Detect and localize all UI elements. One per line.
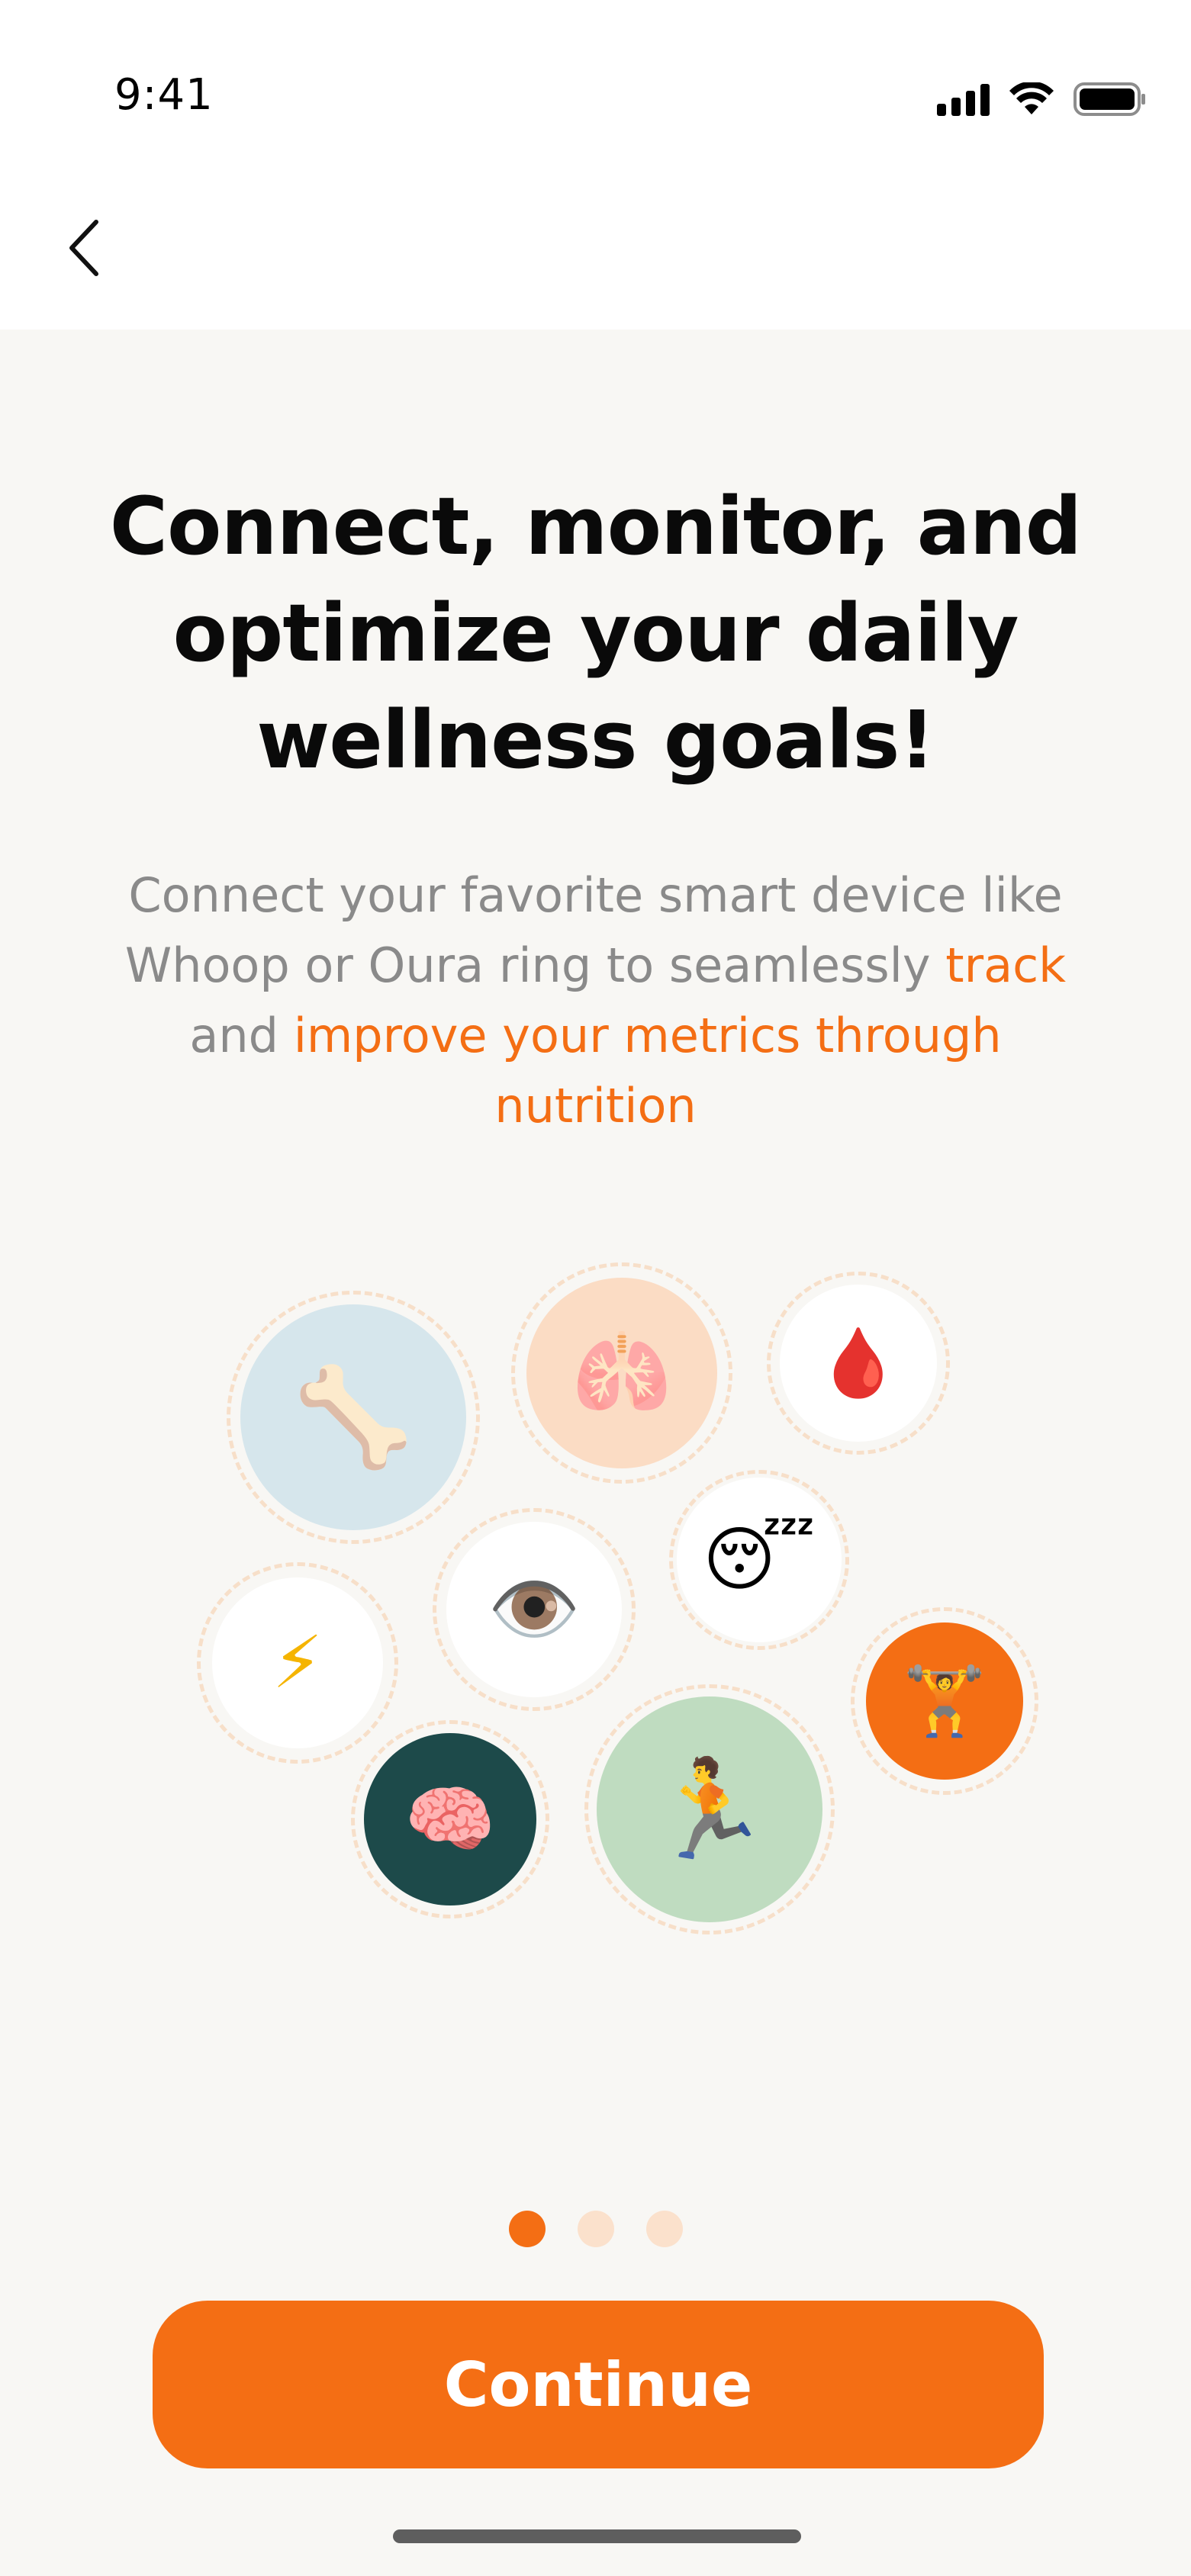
metric-bubble-running: 🏃 <box>584 1684 835 1934</box>
battery-icon <box>1074 82 1145 116</box>
metric-bubble-blood-drop: 🩸 <box>767 1272 950 1455</box>
bone-icon: 🦴 <box>293 1361 414 1473</box>
headline-line-3: wellness goals! <box>256 693 935 786</box>
sleep-icon: 😴 <box>703 1519 816 1600</box>
page-dot-2[interactable] <box>577 2211 614 2247</box>
page-dot-1[interactable] <box>508 2211 546 2247</box>
subtitle-highlight-track: track <box>945 937 1067 993</box>
energy-icon: ⚡ <box>272 1620 324 1705</box>
bubble-fill: 🧠 <box>364 1733 536 1905</box>
status-time: 9:41 <box>114 70 214 120</box>
home-indicator <box>393 2529 801 2543</box>
wifi-icon <box>1009 82 1054 114</box>
headline-line-1: Connect, monitor, and <box>109 480 1083 573</box>
bubble-fill: 👁️ <box>446 1522 622 1697</box>
eye-icon: 👁️ <box>487 1566 581 1653</box>
status-icons <box>937 80 1147 118</box>
subtitle-text-1: Connect your favorite smart device like … <box>124 867 1063 993</box>
pagination-dots <box>0 2211 1191 2247</box>
metric-bubble-energy: ⚡ <box>197 1562 398 1764</box>
running-icon: 🏃 <box>649 1753 770 1865</box>
metric-bubble-brain: 🧠 <box>351 1720 549 1918</box>
chevron-left-icon <box>69 220 98 276</box>
headline: Connect, monitor, and optimize your dail… <box>0 473 1191 793</box>
bubble-fill: 🫁 <box>526 1278 717 1468</box>
dumbbell-icon: 🏋 <box>903 1661 987 1740</box>
subtitle-highlight-improve: improve your metrics through nutrition <box>293 1008 1002 1134</box>
bubble-fill: 🦴 <box>240 1304 466 1530</box>
continue-button[interactable]: Continue <box>153 2301 1044 2468</box>
brain-icon: 🧠 <box>404 1777 496 1862</box>
bubble-fill: 🩸 <box>780 1285 937 1442</box>
bubble-fill: ⚡ <box>212 1577 383 1748</box>
lungs-icon: 🫁 <box>571 1326 672 1420</box>
cellular-signal-icon <box>937 82 990 116</box>
page-dot-3[interactable] <box>645 2211 683 2247</box>
headline-line-2: optimize your daily <box>172 587 1019 680</box>
bubble-fill: 😴 <box>677 1478 842 1642</box>
subtitle-text-2: and <box>189 1008 294 1063</box>
bubble-fill: 🏃 <box>597 1696 822 1922</box>
subtitle: Connect your favorite smart device like … <box>107 860 1084 1141</box>
back-button[interactable] <box>46 206 122 290</box>
metric-bubble-lungs: 🫁 <box>511 1262 732 1484</box>
metric-bubble-dumbbell: 🏋 <box>851 1607 1038 1795</box>
bubble-fill: 🏋 <box>866 1622 1023 1780</box>
blood-drop-icon: 🩸 <box>816 1323 900 1402</box>
metric-bubble-eye: 👁️ <box>433 1508 636 1711</box>
metric-bubble-bone: 🦴 <box>227 1291 480 1544</box>
metric-bubble-sleep: 😴 <box>669 1470 849 1650</box>
